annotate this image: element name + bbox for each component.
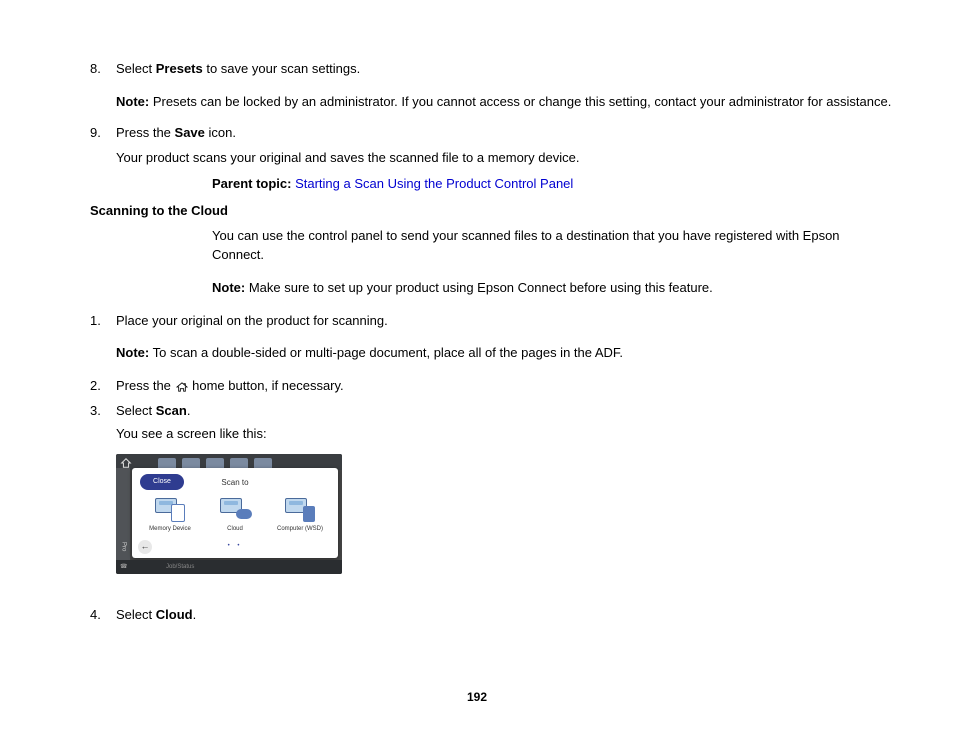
note-body: Make sure to set up your product using E… [245,280,713,295]
label: Cloud [208,525,262,534]
ss-option-cloud: Cloud [208,498,262,534]
step-8-text: Select Presets to save your scan setting… [116,61,360,76]
text-bold: Presets [156,61,203,76]
note-body: To scan a double-sided or multi-page doc… [149,345,623,360]
text: Place your original on the product for s… [116,313,388,328]
pagination-dots-icon: • • [132,542,338,551]
step-9-result: Your product scans your original and sav… [116,149,894,168]
text: Press the [116,125,175,140]
ss-option-computer-wsd: Computer (WSD) [273,498,327,534]
embedded-screenshot: Pro Close Scan to Memory Device Cloud [116,454,342,574]
parent-topic-label: Parent topic: [212,176,295,191]
document-page: Select Presets to save your scan setting… [0,0,954,738]
text-bold: Cloud [156,607,193,622]
text: home button, if necessary. [189,378,344,393]
note-body: Presets can be locked by an administrato… [149,94,891,109]
text-bold: Save [175,125,205,140]
text: Select [116,61,156,76]
step-9-text: Press the Save icon. [116,125,236,140]
ss-icon-row: Memory Device Cloud Computer (WSD) [132,498,338,534]
section-note: Note: Make sure to set up your product u… [212,279,894,298]
ss-tab-icon [182,458,200,468]
cloud-step-3-result: You see a screen like this: [116,425,894,444]
ss-panel: Close Scan to Memory Device Cloud [132,468,338,558]
cloud-step-1-note: Note: To scan a double-sided or multi-pa… [116,344,894,363]
ss-tab-icon [230,458,248,468]
cloud-step-2: Press the home button, if necessary. [90,377,894,396]
text: icon. [205,125,236,140]
text: Press the [116,378,175,393]
cloud-step-3: Select Scan. You see a screen like this:… [90,402,894,574]
section-intro: You can use the control panel to send yo… [212,227,894,265]
home-icon [176,382,188,392]
section-heading-scanning-to-cloud: Scanning to the Cloud [90,202,894,221]
text: Pro [119,542,128,551]
text-bold: Scan [156,403,187,418]
note-label: Note: [212,280,245,295]
text: . [187,403,191,418]
parent-topic-link[interactable]: Starting a Scan Using the Product Contro… [295,176,573,191]
label: Memory Device [143,525,197,534]
ss-tab-icon [206,458,224,468]
step-8-note: Note: Presets can be locked by an admini… [116,93,894,112]
text: Select [116,403,156,418]
text: . [193,607,197,622]
ss-tab-icon [158,458,176,468]
ss-left-strip: Pro [116,468,130,560]
step-8: Select Presets to save your scan setting… [90,60,894,112]
job-status: Job/Status [166,563,194,572]
ss-bottombar: ☎ Job/Status [116,560,342,574]
text: to save your scan settings. [203,61,361,76]
ss-tab-icon [254,458,272,468]
note-label: Note: [116,345,149,360]
parent-topic: Parent topic: Starting a Scan Using the … [212,175,894,194]
step-9: Press the Save icon. Your product scans … [90,124,894,168]
label: Computer (WSD) [273,525,327,534]
note-label: Note: [116,94,149,109]
cloud-step-1: Place your original on the product for s… [90,312,894,364]
page-number: 192 [0,689,954,706]
ss-title: Scan to [132,477,338,489]
ss-option-memory-device: Memory Device [143,498,197,534]
text: Select [116,607,156,622]
cloud-step-4: Select Cloud. [90,606,894,625]
phone-icon: ☎ [120,563,127,572]
